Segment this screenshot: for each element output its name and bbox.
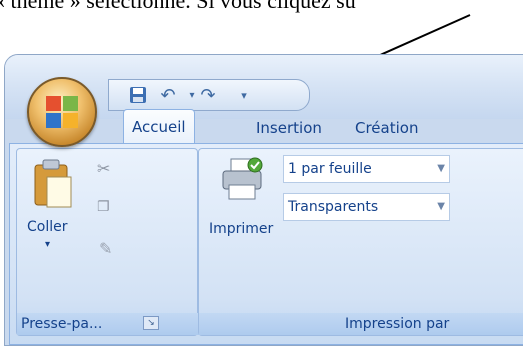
cut-icon[interactable]: ✂ (97, 159, 110, 178)
printer-icon (222, 157, 263, 200)
application-window: ↶ ▾ ↷ ▾ Accueil Insertion Création Colle… (4, 54, 523, 346)
paste-dropdown-icon[interactable]: ▾ (45, 239, 50, 250)
ribbon: Coller ▾ ✂ ❐ ✎ Presse-pa... ↘ Imprimer 1… (9, 143, 523, 345)
clipboard-group-label: Presse-pa... (17, 313, 201, 335)
clipboard-launcher-icon[interactable]: ↘ (143, 316, 159, 330)
tab-creation[interactable]: Création (355, 119, 418, 137)
tab-insertion[interactable]: Insertion (256, 119, 322, 137)
customize-icon[interactable]: ▾ (231, 83, 257, 107)
print-label: Imprimer (209, 221, 274, 237)
pages-per-sheet-select[interactable]: 1 par feuille ▼ (283, 155, 450, 183)
print-group: Imprimer 1 par feuille ▼ Transparents ▼ … (198, 148, 523, 336)
chevron-down-icon: ▼ (437, 201, 445, 212)
chevron-down-icon: ▼ (437, 163, 445, 174)
paste-button[interactable]: Coller ▾ (27, 157, 79, 267)
print-group-label: Impression par (199, 313, 523, 335)
pages-per-sheet-value: 1 par feuille (288, 161, 372, 177)
clipboard-group: Coller ▾ ✂ ❐ ✎ Presse-pa... ↘ (16, 148, 201, 336)
format-painter-icon[interactable]: ✎ (99, 239, 112, 258)
redo-icon[interactable]: ↷ (195, 83, 221, 107)
clipboard-group-text: Presse-pa... (21, 316, 103, 332)
paper-type-select[interactable]: Transparents ▼ (283, 193, 450, 221)
tab-accueil[interactable]: Accueil (123, 109, 195, 144)
save-icon[interactable] (125, 83, 151, 107)
office-button[interactable] (27, 77, 97, 147)
print-button[interactable]: Imprimer (205, 157, 277, 267)
paper-type-value: Transparents (288, 199, 379, 215)
office-logo-icon (46, 96, 78, 128)
undo-icon[interactable]: ↶ (155, 83, 181, 107)
print-group-text: Impression par (345, 316, 450, 332)
paste-label: Coller (27, 219, 68, 235)
copy-icon[interactable]: ❐ (97, 199, 110, 215)
quick-access-toolbar: ↶ ▾ ↷ ▾ (108, 79, 310, 111)
paste-icon (34, 159, 72, 208)
